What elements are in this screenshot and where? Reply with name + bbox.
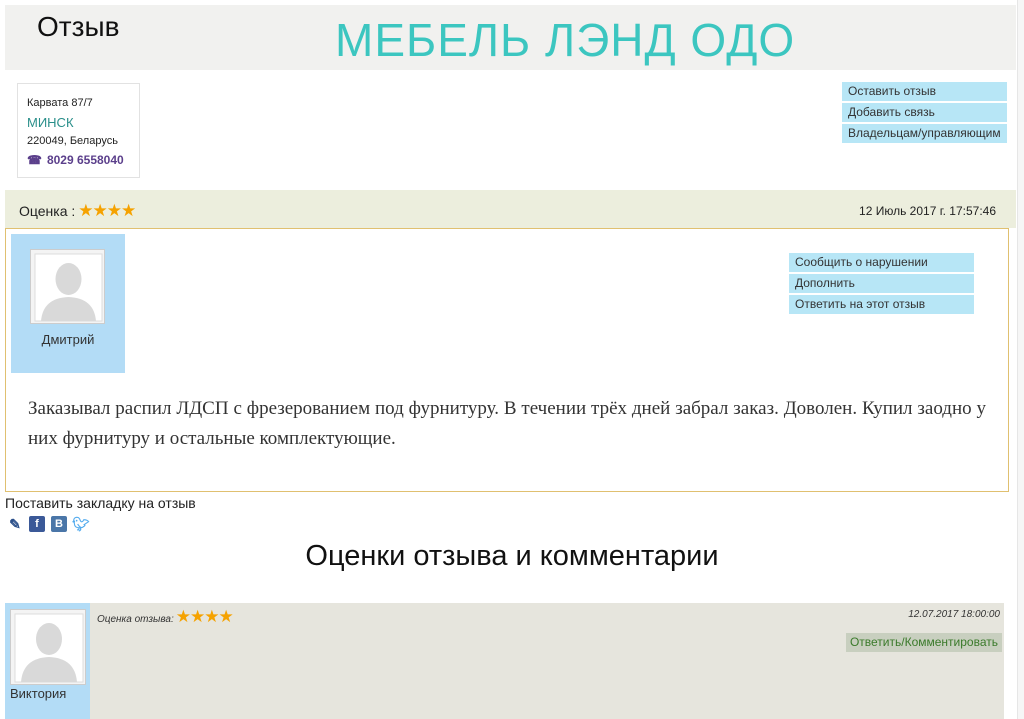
facebook-icon[interactable]: f — [29, 516, 45, 532]
rating-label: Оценка : — [19, 203, 76, 219]
address-phone: ☎ 8029 6558040 — [27, 151, 139, 170]
review-rating-bar: Оценка : ★★★★ 12 Июль 2017 г. 17:57:46 — [5, 190, 1016, 228]
twitter-icon[interactable]: 🐦︎ — [72, 516, 90, 532]
add-contact-link[interactable]: Добавить связь — [842, 103, 1007, 122]
review-author-card: Дмитрий — [11, 234, 125, 373]
bookmark-icon[interactable]: ✎ — [7, 516, 23, 532]
owners-link[interactable]: Владельцам/управляющим — [842, 124, 1007, 143]
review-box: Дмитрий Сообщить о нарушении Дополнить О… — [5, 228, 1009, 492]
phone-number: 8029 6558040 — [46, 153, 124, 167]
comment-stars: ★★★★ — [175, 607, 234, 626]
vk-icon[interactable]: B — [51, 516, 67, 532]
phone-icon: ☎ — [27, 153, 42, 167]
address-city[interactable]: МИНСК — [27, 113, 139, 132]
rating-label-wrap: Оценка : ★★★★ — [19, 201, 136, 221]
avatar-silhouette-icon — [31, 250, 104, 323]
company-actions: Оставить отзыв Добавить связь Владельцам… — [842, 82, 1007, 145]
reply-comment-button[interactable]: Ответить/Комментировать — [845, 633, 1002, 652]
address-street: Карвата 87/7 — [27, 97, 93, 109]
comment-item: Виктория Оценка отзыва: ★★★★ 12.07.2017 1… — [5, 603, 1004, 719]
review-author-name[interactable]: Дмитрий — [11, 332, 125, 347]
company-title[interactable]: МЕБЕЛЬ ЛЭНД ОДО — [335, 13, 795, 67]
comment-date: 12.07.2017 18:00:00 — [908, 609, 1000, 620]
review-text: Заказывал распил ЛДСП с фрезерованием по… — [28, 398, 986, 449]
scrollbar[interactable] — [1017, 0, 1024, 719]
page-type-label: Отзыв — [37, 11, 120, 42]
leave-review-link[interactable]: Оставить отзыв — [842, 82, 1007, 101]
page-header: Отзыв МЕБЕЛЬ ЛЭНД ОДО — [5, 5, 1016, 70]
avatar-silhouette-icon — [11, 610, 85, 684]
comment-author-card: Виктория — [5, 603, 90, 719]
bookmark-label: Поставить закладку на отзыв — [5, 495, 196, 511]
comment-rating: Оценка отзыва: ★★★★ — [97, 607, 234, 627]
review-date: 12 Июль 2017 г. 17:57:46 — [859, 204, 996, 218]
comment-author-name[interactable]: Виктория — [10, 686, 66, 701]
supplement-link[interactable]: Дополнить — [789, 274, 974, 293]
address-postal: 220049, Беларусь — [27, 135, 118, 147]
review-actions: Сообщить о нарушении Дополнить Ответить … — [789, 253, 974, 316]
comment-rating-label: Оценка отзыва: — [97, 614, 174, 625]
avatar[interactable] — [30, 249, 105, 324]
address-card: Карвата 87/7 МИНСК 220049, Беларусь ☎ 802… — [17, 83, 140, 178]
comments-heading: Оценки отзыва и комментарии — [305, 540, 719, 572]
reply-to-review-link[interactable]: Ответить на этот отзыв — [789, 295, 974, 314]
avatar[interactable] — [10, 609, 86, 685]
rating-stars: ★★★★ — [78, 201, 136, 220]
report-violation-link[interactable]: Сообщить о нарушении — [789, 253, 974, 272]
page: Отзыв МЕБЕЛЬ ЛЭНД ОДО Карвата 87/7 МИНСК… — [0, 0, 1024, 719]
share-icons: ✎ f B 🐦︎ — [7, 516, 90, 532]
